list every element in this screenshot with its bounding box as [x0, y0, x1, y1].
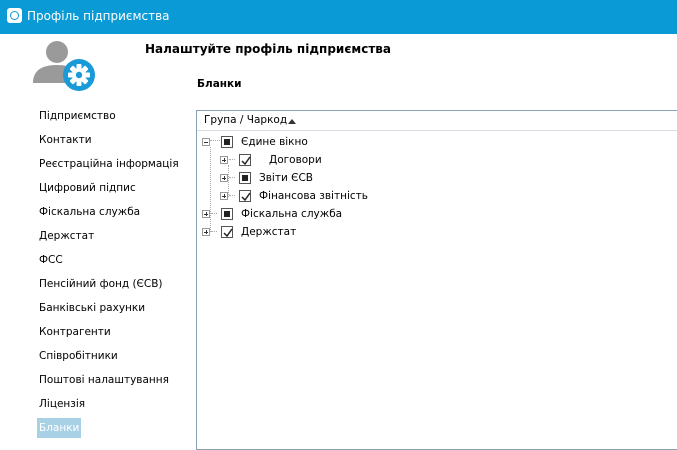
tree-checkbox-partial[interactable] [221, 208, 233, 220]
tree-row-label: Фінансова звітність [259, 190, 368, 202]
tree-row-fiscal-service[interactable]: Фіскальна служба [197, 206, 677, 224]
tree-header: Група / Чаркод [197, 111, 677, 131]
tree-checkbox-partial[interactable] [221, 136, 233, 148]
window-title: Профіль підприємства [27, 9, 170, 23]
expand-icon[interactable] [202, 228, 210, 236]
sidebar-item-pension-fund[interactable]: Пенсійний фонд (ЄСВ) [37, 274, 165, 294]
checkmark-icon [241, 192, 251, 202]
app-logo-icon [7, 8, 22, 23]
tree-checkbox-partial[interactable] [239, 172, 251, 184]
forms-tree[interactable]: Група / Чаркод Єдине вікно Договори Звіт… [196, 110, 677, 450]
collapse-icon[interactable] [202, 138, 210, 146]
checkmark-icon [223, 228, 233, 238]
title-bar: Профіль підприємства [0, 0, 677, 34]
expand-icon[interactable] [220, 174, 228, 182]
sidebar-item-contacts[interactable]: Контакти [37, 130, 94, 150]
expand-icon[interactable] [202, 210, 210, 218]
section-title: Бланки [197, 78, 242, 90]
tree-row-label: Держстат [241, 226, 297, 238]
tree-row-derzhstat[interactable]: Держстат [197, 224, 677, 242]
tree-checkbox-checked[interactable] [221, 226, 233, 238]
sidebar-item-employees[interactable]: Співробітники [37, 346, 120, 366]
tree-row-label: Фіскальна служба [241, 208, 343, 220]
sidebar-item-forms[interactable]: Бланки [37, 418, 82, 438]
sidebar-item-digital-signature[interactable]: Цифровий підпис [37, 178, 138, 198]
tree-row-financial-reports[interactable]: Фінансова звітність [197, 188, 677, 206]
tree-row-label: Звіти ЄСВ [259, 172, 313, 184]
expand-icon[interactable] [220, 192, 228, 200]
user-settings-icon [33, 41, 95, 91]
sidebar-item-fss[interactable]: ФСС [37, 250, 65, 270]
tree-row-label: Єдине вікно [241, 136, 308, 148]
sidebar-item-bank-accounts[interactable]: Банківські рахунки [37, 298, 147, 318]
sidebar-item-enterprise[interactable]: Підприємство [37, 106, 118, 126]
sidebar-item-registration-info[interactable]: Реєстраційна інформація [37, 154, 181, 174]
page-title: Налаштуйте профіль підприємства [145, 42, 391, 56]
sort-ascending-icon [288, 119, 296, 124]
tree-row-label: Договори [269, 154, 322, 166]
tree-row-single-window[interactable]: Єдине вікно [197, 134, 677, 152]
tree-row-esv-reports[interactable]: Звіти ЄСВ [197, 170, 677, 188]
sidebar-item-mail-settings[interactable]: Поштові налаштування [37, 370, 171, 390]
tree-checkbox-checked[interactable] [239, 154, 251, 166]
tree-checkbox-checked[interactable] [239, 190, 251, 202]
sidebar-item-license[interactable]: Ліцензія [37, 394, 87, 414]
expand-icon[interactable] [220, 156, 228, 164]
tree-row-contracts[interactable]: Договори [197, 152, 677, 170]
sidebar-item-derzhstat[interactable]: Держстат [37, 226, 96, 246]
column-header-group-charcode[interactable]: Група / Чаркод [204, 114, 287, 126]
sidebar-item-fiscal-service[interactable]: Фіскальна служба [37, 202, 142, 222]
sidebar-item-counterparties[interactable]: Контрагенти [37, 322, 113, 342]
checkmark-icon [241, 156, 251, 166]
